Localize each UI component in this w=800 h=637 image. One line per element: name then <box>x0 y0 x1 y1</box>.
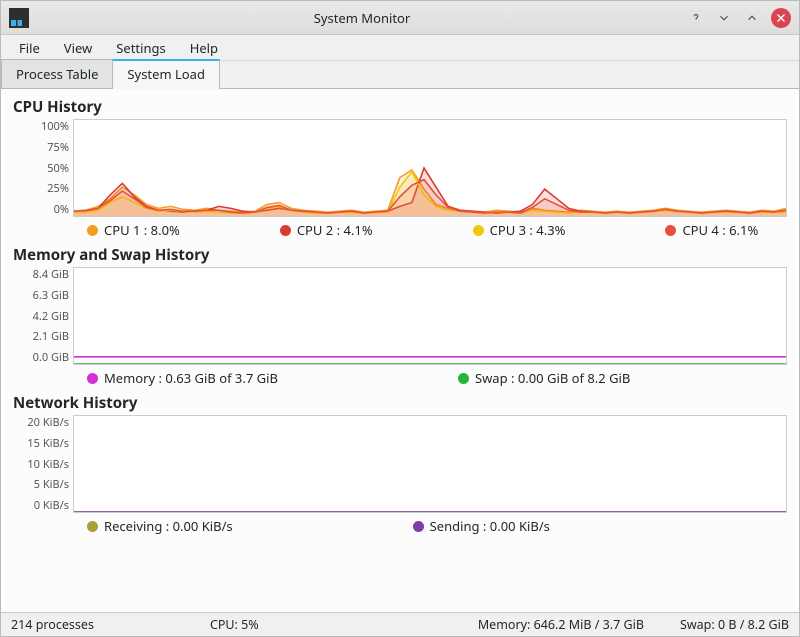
axis-tick: 4.2 GiB <box>33 309 69 324</box>
axis-tick: 8.4 GiB <box>33 267 69 282</box>
legend-label: Sending : 0.00 KiB/s <box>430 517 550 535</box>
axis-tick: 75% <box>47 140 69 155</box>
memory-chart: 8.4 GiB 6.3 GiB 4.2 GiB 2.1 GiB 0.0 GiB <box>13 267 787 365</box>
help-button[interactable] <box>687 9 705 27</box>
status-cpu: CPU: 5% <box>210 616 259 633</box>
legend-label: Receiving : 0.00 KiB/s <box>104 517 233 535</box>
legend-item[interactable]: CPU 2 : 4.1% <box>280 221 373 239</box>
menu-help[interactable]: Help <box>180 36 228 60</box>
question-icon <box>689 11 703 25</box>
menu-file[interactable]: File <box>9 36 50 60</box>
axis-tick: 25% <box>47 181 69 196</box>
app-icon <box>9 8 29 28</box>
cpu-legend: CPU 1 : 8.0% CPU 2 : 4.1% CPU 3 : 4.3% CPU … <box>13 217 787 239</box>
axis-tick: 0% <box>54 202 69 217</box>
window-title: System Monitor <box>37 9 687 27</box>
legend-label: Memory : 0.63 GiB of 3.7 GiB <box>104 369 278 387</box>
axis-tick: 2.1 GiB <box>33 329 69 344</box>
close-icon <box>774 11 788 25</box>
axis-tick: 20 KiB/s <box>27 415 69 430</box>
tab-process-table[interactable]: Process Table <box>1 59 113 88</box>
section-cpu-history: CPU History 100% 75% 50% 25% 0% CPU 1 : 8.0%… <box>13 97 787 239</box>
legend-label: Swap : 0.00 GiB of 8.2 GiB <box>475 369 630 387</box>
window-controls <box>687 8 791 28</box>
memory-legend: Memory : 0.63 GiB of 3.7 GiB Swap : 0.00 … <box>13 365 787 387</box>
legend-item[interactable]: CPU 4 : 6.1% <box>665 221 758 239</box>
axis-tick: 0 KiB/s <box>34 498 69 513</box>
network-yaxis: 20 KiB/s 15 KiB/s 10 KiB/s 5 KiB/s 0 KiB/s <box>13 415 73 513</box>
maximize-button[interactable] <box>743 9 761 27</box>
axis-tick: 100% <box>41 119 69 134</box>
axis-tick: 5 KiB/s <box>34 477 69 492</box>
cpu-chart: 100% 75% 50% 25% 0% <box>13 119 787 217</box>
menu-settings[interactable]: Settings <box>106 36 175 60</box>
legend-dot-icon <box>458 373 469 384</box>
cpu-history-title: CPU History <box>13 97 787 117</box>
legend-label: CPU 1 : 8.0% <box>104 221 180 239</box>
network-chart: 20 KiB/s 15 KiB/s 10 KiB/s 5 KiB/s 0 KiB/s <box>13 415 787 513</box>
cpu-plot[interactable] <box>73 119 787 217</box>
status-processes: 214 processes <box>11 616 94 633</box>
status-swap: Swap: 0 B / 8.2 GiB <box>680 616 789 633</box>
legend-dot-icon <box>280 225 291 236</box>
legend-dot-icon <box>87 521 98 532</box>
axis-tick: 10 KiB/s <box>27 457 69 472</box>
minimize-button[interactable] <box>715 9 733 27</box>
network-plot[interactable] <box>73 415 787 513</box>
memory-plot[interactable] <box>73 267 787 365</box>
tab-system-load[interactable]: System Load <box>112 59 220 88</box>
menubar: File View Settings Help <box>1 35 799 61</box>
content-area: CPU History 100% 75% 50% 25% 0% CPU 1 : 8.0%… <box>1 89 799 612</box>
legend-item[interactable]: Receiving : 0.00 KiB/s <box>87 517 233 535</box>
legend-label: CPU 2 : 4.1% <box>297 221 373 239</box>
legend-label: CPU 4 : 6.1% <box>682 221 758 239</box>
tabbar: Process Table System Load <box>1 61 799 89</box>
memory-history-title: Memory and Swap History <box>13 245 787 265</box>
cpu-yaxis: 100% 75% 50% 25% 0% <box>13 119 73 217</box>
axis-tick: 6.3 GiB <box>33 288 69 303</box>
legend-item[interactable]: CPU 1 : 8.0% <box>87 221 180 239</box>
legend-dot-icon <box>473 225 484 236</box>
legend-item[interactable]: Sending : 0.00 KiB/s <box>413 517 550 535</box>
chevron-up-icon <box>745 11 759 25</box>
axis-tick: 0.0 GiB <box>33 350 69 365</box>
titlebar: System Monitor <box>1 1 799 35</box>
chevron-down-icon <box>717 11 731 25</box>
legend-dot-icon <box>87 373 98 384</box>
legend-dot-icon <box>665 225 676 236</box>
close-button[interactable] <box>771 8 791 28</box>
legend-label: CPU 3 : 4.3% <box>490 221 566 239</box>
axis-tick: 50% <box>47 161 69 176</box>
legend-item[interactable]: CPU 3 : 4.3% <box>473 221 566 239</box>
status-memory: Memory: 646.2 MiB / 3.7 GiB <box>478 616 644 633</box>
legend-item[interactable]: Memory : 0.63 GiB of 3.7 GiB <box>87 369 278 387</box>
network-legend: Receiving : 0.00 KiB/s Sending : 0.00 KiB… <box>13 513 787 535</box>
axis-tick: 15 KiB/s <box>27 436 69 451</box>
legend-dot-icon <box>87 225 98 236</box>
memory-yaxis: 8.4 GiB 6.3 GiB 4.2 GiB 2.1 GiB 0.0 GiB <box>13 267 73 365</box>
section-network-history: Network History 20 KiB/s 15 KiB/s 10 KiB/s… <box>13 393 787 535</box>
network-history-title: Network History <box>13 393 787 413</box>
section-memory-history: Memory and Swap History 8.4 GiB 6.3 GiB 4.… <box>13 245 787 387</box>
legend-dot-icon <box>413 521 424 532</box>
legend-item[interactable]: Swap : 0.00 GiB of 8.2 GiB <box>458 369 630 387</box>
menu-view[interactable]: View <box>54 36 102 60</box>
statusbar: 214 processes CPU: 5% Memory: 646.2 MiB … <box>1 612 799 636</box>
